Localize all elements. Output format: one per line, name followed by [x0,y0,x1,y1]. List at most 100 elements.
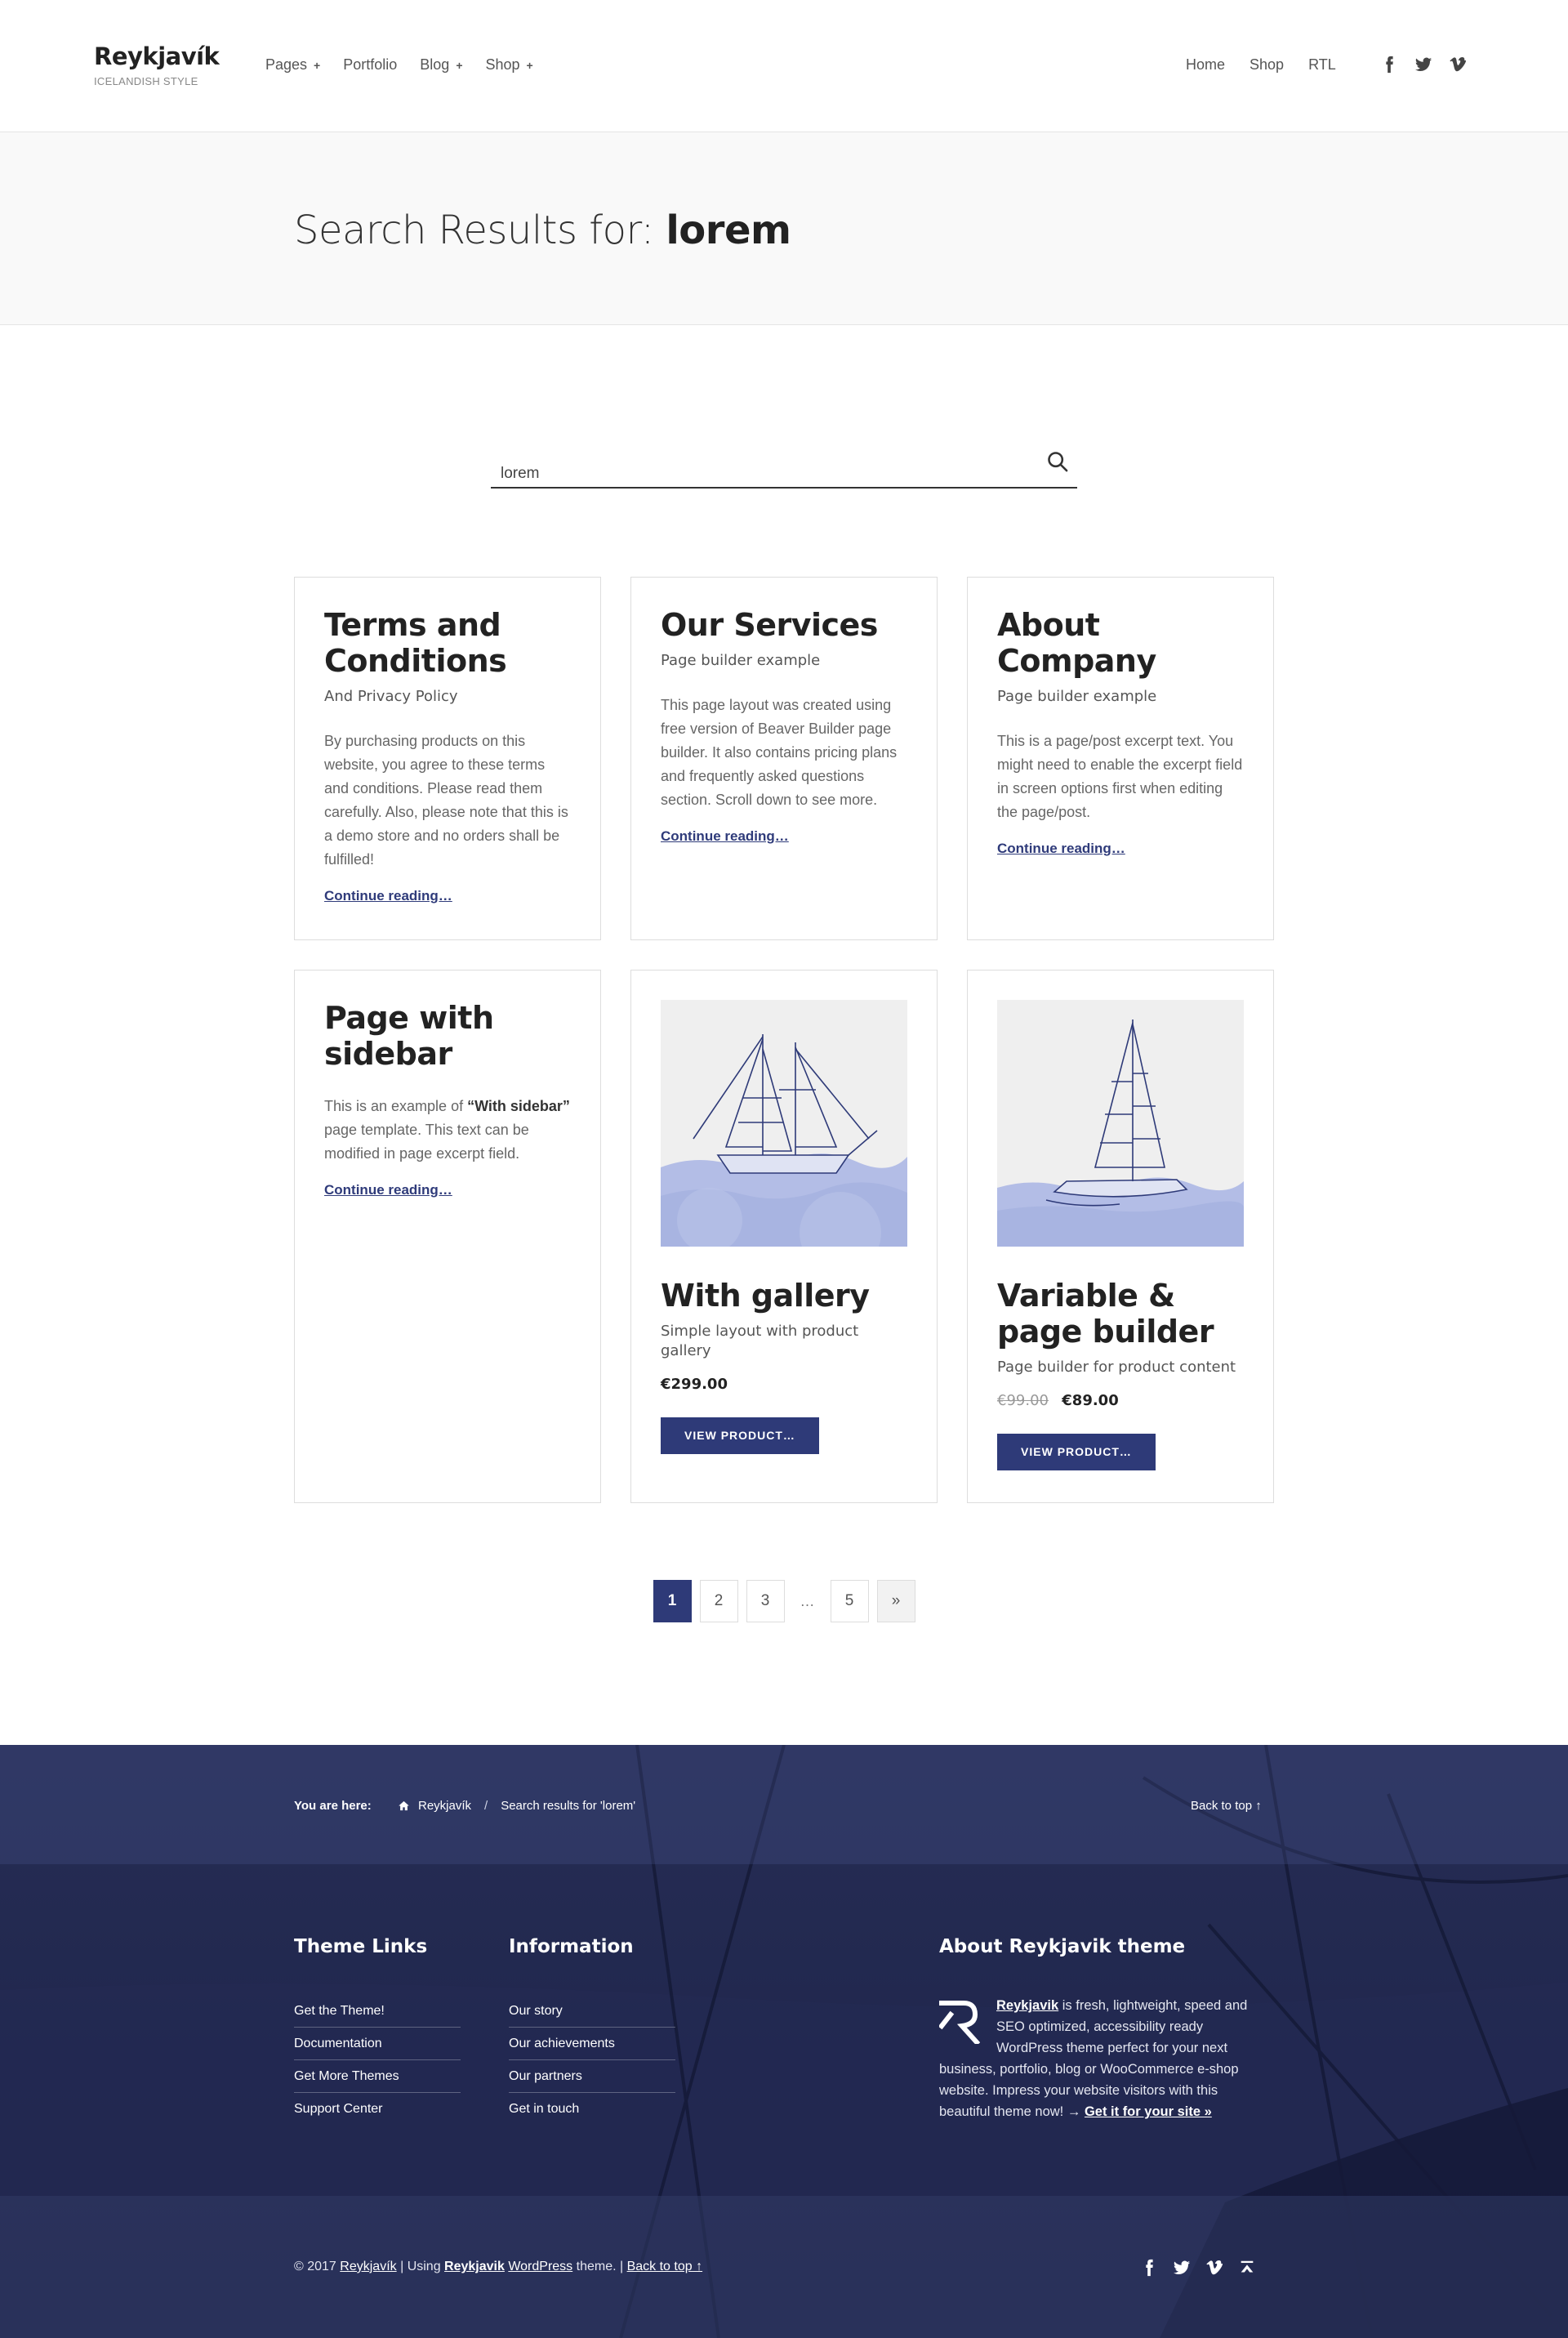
breadcrumb-label: You are here: [294,1799,372,1813]
nav-item-pages[interactable]: Pages + [265,56,320,74]
product-title[interactable]: Variable & page builder [997,1278,1244,1350]
secondary-navigation: Home Shop RTL [1186,56,1336,74]
page-title: Search Results for: lorem [294,207,791,253]
vimeo-icon[interactable] [1449,56,1467,74]
copyright-theme-link[interactable]: Reykjavik [444,2260,505,2273]
continue-reading-link[interactable]: Continue reading… [997,841,1125,857]
footer-link-get-theme[interactable]: Get the Theme! [294,1995,461,2028]
search-icon [1048,451,1068,471]
sale-price: €89.00 [1062,1392,1119,1409]
footer-link-get-in-touch[interactable]: Get in touch [509,2093,675,2126]
twitter-icon[interactable] [1414,56,1432,74]
footer-link-partners[interactable]: Our partners [509,2060,675,2093]
result-excerpt: This is an example of “With sidebar” pag… [324,1095,571,1166]
copyright-using: | Using [396,2260,445,2273]
information-links-list: Our story Our achievements Our partners … [509,1995,675,2126]
nav-item-shop[interactable]: Shop + [486,56,533,74]
pagination: 1 2 3 … 5 » [0,1580,1568,1622]
nav-item-label: Blog [420,56,450,73]
back-to-top-link[interactable]: Back to top ↑ [1191,1799,1262,1813]
page-next-button[interactable]: » [876,1580,915,1622]
submenu-plus-icon: + [314,58,321,72]
nav-item-rtl[interactable]: RTL [1308,56,1336,74]
result-excerpt: By purchasing products on this website, … [324,733,568,868]
facebook-icon[interactable] [1380,56,1398,74]
site-brand[interactable]: Reykjavík ICELANDISH STYLE [94,42,220,87]
footer-link-achievements[interactable]: Our achievements [509,2028,675,2060]
footer-link-more-themes[interactable]: Get More Themes [294,2060,461,2093]
footer-link-our-story[interactable]: Our story [509,1995,675,2028]
footer-social-links [1140,2259,1256,2277]
result-title[interactable]: Terms and Conditions [324,607,571,679]
result-title[interactable]: About Company [997,607,1244,679]
result-title[interactable]: Page with sidebar [324,1000,571,1072]
breadcrumb-home-link[interactable]: Reykjavík [418,1799,471,1813]
result-card: About Company Page builder example This … [967,577,1274,940]
result-excerpt: This page layout was created using free … [661,697,898,808]
submenu-plus-icon: + [456,58,463,72]
nav-item-portfolio[interactable]: Portfolio [343,56,397,74]
about-theme-link[interactable]: Reykjavik [996,1998,1058,2013]
product-card: Variable & page builder Page builder for… [967,970,1274,1503]
copyright-back-to-top-link[interactable]: Back to top ↑ [627,2260,703,2273]
view-product-button[interactable]: VIEW PRODUCT… [661,1417,819,1454]
product-card: With gallery Simple layout with product … [630,970,938,1503]
continue-reading-link[interactable]: Continue reading… [661,828,789,845]
excerpt-strong: “With sidebar” [467,1098,570,1114]
about-title: About Reykjavik theme [939,1936,1186,1957]
primary-navigation: Pages + Portfolio Blog + Shop + [265,56,533,74]
nav-item-blog[interactable]: Blog + [420,56,462,74]
page-link-2[interactable]: 2 [699,1580,738,1622]
product-subtitle: Page builder for product content [997,1359,1236,1376]
nav-item-label: Shop [485,56,520,73]
search-query-term: lorem [666,207,791,253]
theme-links-title: Theme Links [294,1936,428,1957]
page-link-3[interactable]: 3 [746,1580,785,1622]
continue-reading-link[interactable]: Continue reading… [324,888,452,904]
result-excerpt: This is a page/post excerpt text. You mi… [997,733,1243,820]
breadcrumb-separator: / [484,1799,488,1813]
nav-item-label: Pages [265,56,308,73]
footer-widgets: Theme Links Get the Theme! Documentation… [0,1864,1568,2196]
continue-reading-link[interactable]: Continue reading… [324,1182,452,1198]
vimeo-icon[interactable] [1205,2259,1223,2277]
result-subtitle: Page builder example [997,688,1157,705]
back-to-top-icon[interactable] [1238,2259,1256,2277]
product-subtitle: Simple layout with product gallery [661,1323,859,1359]
product-price: €299.00 [661,1376,907,1393]
result-subtitle: Page builder example [661,652,821,669]
excerpt-text: This is an example of [324,1098,468,1114]
get-it-link[interactable]: Get it for your site » [1085,2104,1212,2119]
nav-item-shop-secondary[interactable]: Shop [1250,56,1284,74]
header-social-links [1380,56,1467,74]
search-submit-button[interactable] [1045,448,1071,477]
search-form [491,448,1077,489]
page-dots: … [800,1592,815,1609]
view-product-button[interactable]: VIEW PRODUCT… [997,1434,1156,1470]
twitter-icon[interactable] [1173,2259,1191,2277]
result-card: Terms and Conditions And Privacy Policy … [294,577,601,940]
copyright-wordpress-link[interactable]: WordPress [508,2260,572,2273]
nav-item-label: Portfolio [343,56,398,73]
page-link-5[interactable]: 5 [830,1580,869,1622]
product-title[interactable]: With gallery [661,1278,907,1314]
result-card: Our Services Page builder example This p… [630,577,938,940]
copyright-site-link[interactable]: Reykjavík [340,2260,396,2273]
facebook-icon[interactable] [1140,2259,1158,2277]
product-image-schooner[interactable] [661,1000,907,1247]
footer-link-support[interactable]: Support Center [294,2093,461,2126]
nav-item-home[interactable]: Home [1186,56,1225,74]
page-title-banner: Search Results for: lorem [0,132,1568,325]
product-price: €99.00 €89.00 [997,1392,1244,1409]
submenu-plus-icon: + [526,58,533,72]
site-title[interactable]: Reykjavík [94,42,220,70]
footer-link-documentation[interactable]: Documentation [294,2028,461,2060]
about-theme-text: Reykjavik is fresh, lightweight, speed a… [938,1995,1259,2122]
regular-price-strikethrough: €99.00 [997,1392,1049,1409]
about-text: is fresh, lightweight, speed and SEO opt… [939,1998,1248,2119]
result-title[interactable]: Our Services [661,607,907,643]
information-title: Information [509,1936,634,1957]
product-image-sailboat[interactable] [997,1000,1244,1247]
search-input[interactable] [491,448,1077,487]
breadcrumb-current: Search results for 'lorem' [501,1799,636,1813]
